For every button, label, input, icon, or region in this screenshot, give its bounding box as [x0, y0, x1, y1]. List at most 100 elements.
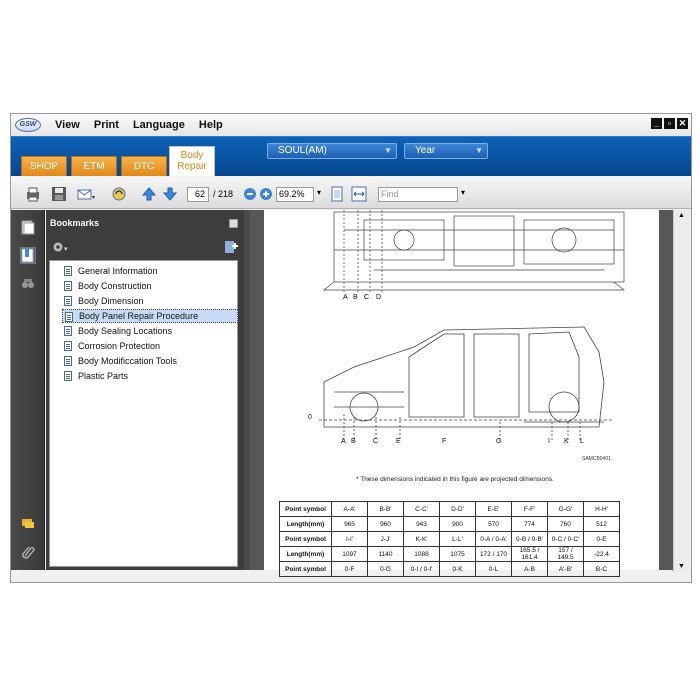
bookmark-body-panel-repair-procedure[interactable]: Body Panel Repair Procedure	[62, 309, 238, 323]
bookmarks-icon[interactable]	[20, 247, 36, 264]
model-select[interactable]: SOUL(AM) ▼	[267, 143, 397, 159]
svg-text:▾: ▾	[64, 246, 68, 253]
table-cell: Point symbol	[279, 501, 332, 517]
bookmark-label: Plastic Parts	[78, 371, 129, 381]
bookmark-general-information[interactable]: General Information	[62, 264, 238, 278]
tab-body-repair-line2: Repair	[177, 161, 207, 172]
bookmark-body-dimension[interactable]: Body Dimension	[62, 294, 238, 308]
table-cell: 1140	[367, 546, 404, 562]
side-body-diagram	[319, 326, 614, 440]
page-up-icon[interactable]	[141, 186, 157, 202]
menu-print[interactable]: Print	[94, 119, 119, 131]
table-row: Point symbol 0-F 0-G 0-I / 0-I' 0-K 0-L …	[279, 561, 620, 577]
menu-view[interactable]: View	[55, 119, 80, 131]
save-icon[interactable]	[51, 186, 67, 202]
table-cell: H-H'	[583, 501, 620, 517]
paperclip-icon[interactable]	[21, 544, 35, 559]
table-row: Point symbol A-A' B-B' C-C' D-D' E-E' F-…	[279, 501, 620, 517]
point-label: C	[373, 438, 379, 445]
application-window: GSW View Print Language Help _ ▫ ✕ SHOP …	[10, 113, 692, 583]
point-label: L	[580, 438, 584, 445]
table-cell: A-A'	[331, 501, 368, 517]
page-icon	[64, 356, 72, 366]
bookmarks-list: General Information Body Construction Bo…	[49, 260, 238, 567]
new-bookmark-icon[interactable]	[224, 240, 238, 254]
page-icon	[64, 371, 72, 381]
page-icon	[64, 326, 72, 336]
print-icon[interactable]	[25, 186, 41, 202]
page-icon	[64, 266, 72, 276]
table-cell: L-L'	[439, 531, 476, 547]
bookmark-plastic-parts[interactable]: Plastic Parts	[62, 369, 238, 383]
tab-shop[interactable]: SHOP	[21, 156, 67, 176]
table-cell: Point symbol	[279, 531, 332, 547]
fit-page-icon[interactable]	[329, 186, 345, 202]
zoom-select[interactable]: 69.2%	[276, 187, 314, 202]
bookmark-body-construction[interactable]: Body Construction	[62, 279, 238, 293]
table-cell: 0-F	[331, 561, 368, 577]
year-select[interactable]: Year ▼	[404, 143, 488, 159]
vertical-scrollbar[interactable]: ▲ ▼	[673, 210, 691, 572]
figure-caption: * These dimensions indicated in this fig…	[356, 476, 554, 483]
pages-icon[interactable]	[21, 220, 35, 235]
sync-icon[interactable]	[111, 186, 127, 202]
page-number-input[interactable]: 62	[187, 187, 209, 202]
chevron-down-icon[interactable]: ▾	[461, 188, 465, 197]
table-cell: -22.4	[583, 546, 620, 562]
menu-language[interactable]: Language	[133, 119, 185, 131]
menu-help[interactable]: Help	[199, 119, 223, 131]
minimize-icon[interactable]: _	[651, 118, 662, 129]
page-icon	[64, 296, 72, 306]
bookmark-body-modification-tools[interactable]: Body Modificcation Tools	[62, 354, 238, 368]
table-cell: 0-L	[475, 561, 512, 577]
chevron-down-icon[interactable]: ▾	[317, 188, 321, 197]
tab-body-repair[interactable]: Body Repair	[169, 146, 215, 176]
bookmark-corrosion-protection[interactable]: Corrosion Protection	[62, 339, 238, 353]
point-label: A	[343, 294, 348, 301]
table-cell: 0-A / 0-A'	[475, 531, 512, 547]
close-icon[interactable]: ✕	[677, 118, 688, 129]
window-controls: _ ▫ ✕	[651, 118, 688, 129]
table-cell: C-C'	[403, 501, 440, 517]
find-input[interactable]: Find	[378, 187, 458, 202]
zoom-in-icon[interactable]	[258, 186, 274, 202]
bookmark-label: Body Dimension	[78, 296, 144, 306]
comments-icon[interactable]	[21, 516, 35, 531]
tab-dtc[interactable]: DTC	[121, 156, 167, 176]
table-cell: Point symbol	[279, 561, 332, 577]
model-select-value: SOUL(AM)	[278, 145, 327, 156]
bookmarks-toolbar: ▾	[46, 236, 244, 260]
table-cell: 1075	[439, 546, 476, 562]
panel-options-icon[interactable]	[229, 219, 238, 228]
bookmark-label: Corrosion Protection	[78, 341, 161, 351]
bookmarks-title: Bookmarks	[50, 218, 100, 228]
gear-icon[interactable]: ▾	[52, 240, 70, 254]
restore-icon[interactable]: ▫	[664, 118, 675, 129]
tab-etm[interactable]: ETM	[71, 156, 117, 176]
table-cell: 512	[583, 516, 620, 532]
bookmarks-panel: Bookmarks ▾ General Information Body Con…	[46, 210, 244, 570]
zoom-out-icon[interactable]	[242, 186, 258, 202]
table-cell: 0-I / 0-I'	[403, 561, 440, 577]
email-icon[interactable]: ▾	[77, 186, 95, 202]
point-label: E	[396, 438, 401, 445]
scroll-down-icon[interactable]: ▼	[678, 563, 685, 570]
table-cell: Length(mm)	[279, 546, 332, 562]
attachments-icon[interactable]	[21, 276, 35, 291]
table-cell: 0-C / 0-C'	[547, 531, 584, 547]
table-cell: 0-B / 0-B'	[511, 531, 548, 547]
table-cell: 943	[403, 516, 440, 532]
document-page: A B C D 0 A B C E F G I K L SAMCB0401 * …	[264, 210, 659, 577]
fit-width-icon[interactable]	[351, 186, 367, 202]
point-label: I	[548, 438, 550, 445]
scroll-up-icon[interactable]: ▲	[678, 212, 685, 219]
bookmark-body-sealing-locations[interactable]: Body Sealing Locations	[62, 324, 238, 338]
page-down-icon[interactable]	[162, 186, 178, 202]
chevron-down-icon: ▼	[475, 146, 483, 155]
navigation-pane-strip	[11, 210, 45, 570]
table-cell: B-B'	[367, 501, 404, 517]
table-cell: 1097	[331, 546, 368, 562]
app-logo: GSW	[15, 118, 41, 132]
point-label: B	[351, 438, 356, 445]
table-row: Length(mm) 1097 1140 1088 1075 172 / 170…	[279, 546, 620, 562]
